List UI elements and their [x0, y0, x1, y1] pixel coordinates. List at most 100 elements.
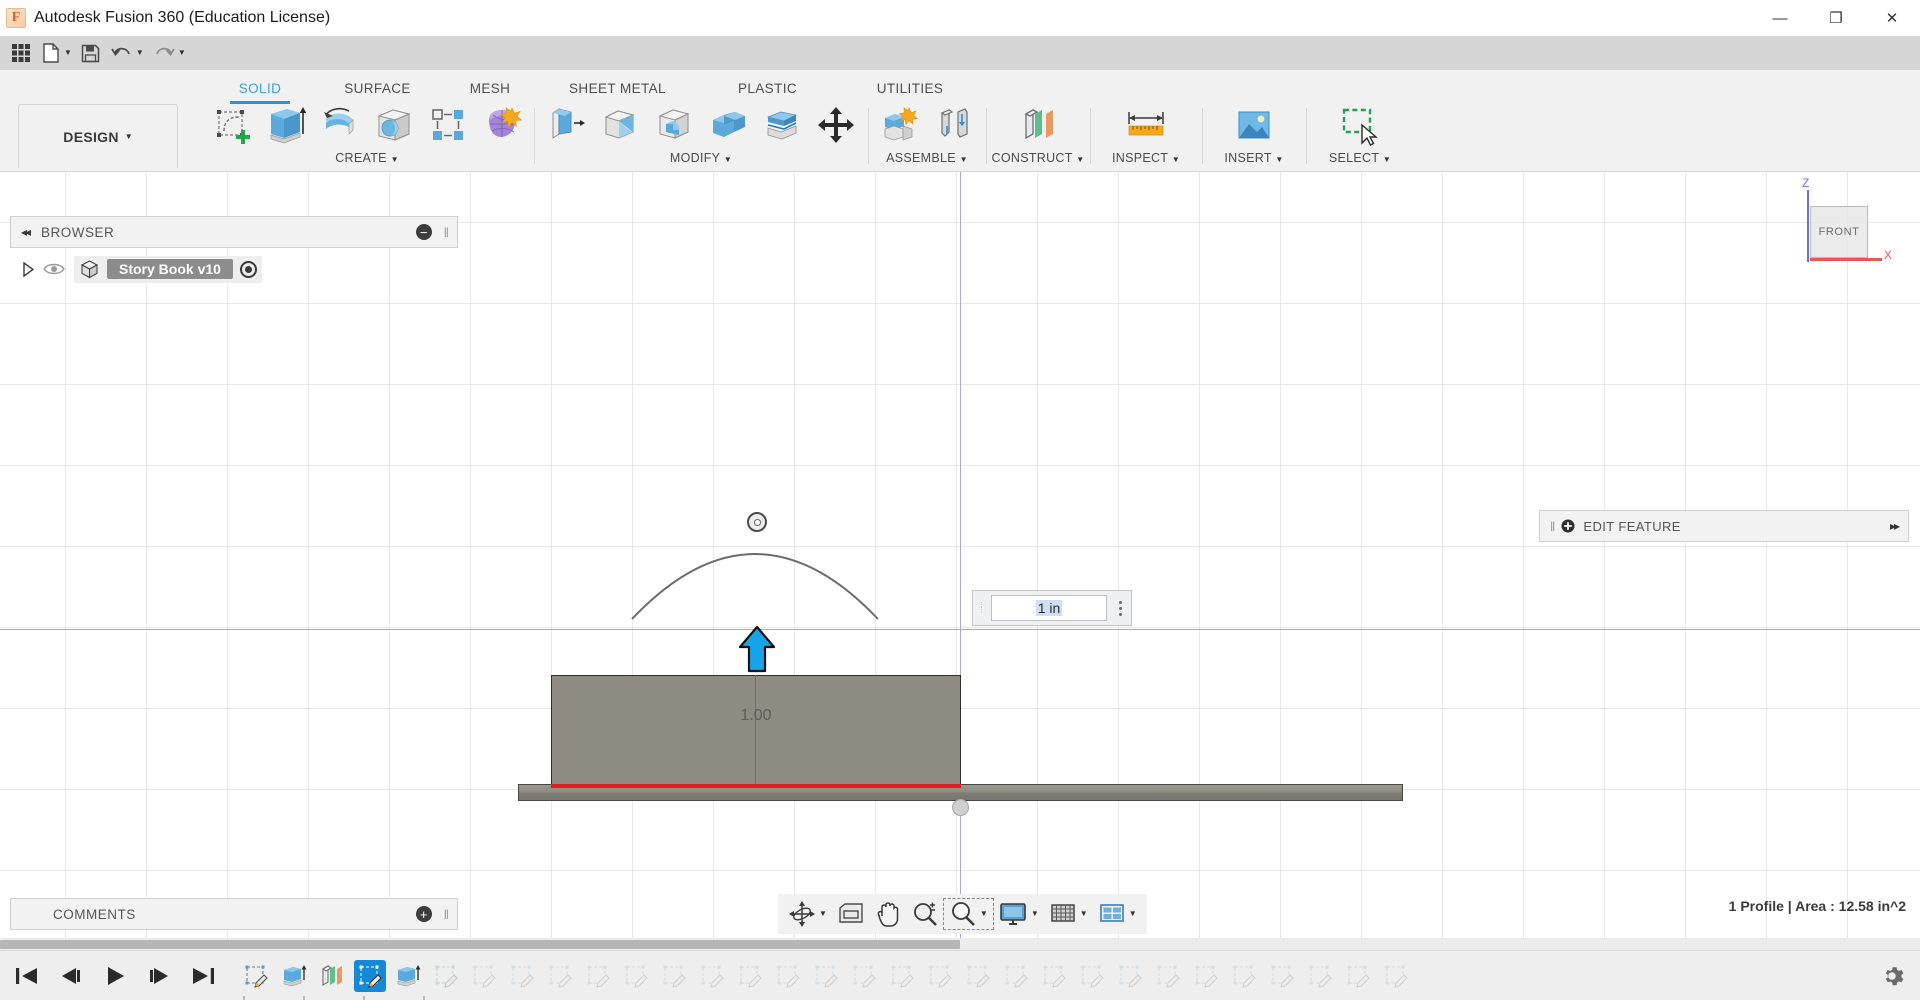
add-comment-icon[interactable]: + [415, 906, 432, 922]
timeline-feature-icon[interactable] [962, 960, 994, 992]
close-button[interactable]: ✕ [1864, 0, 1920, 36]
select-window-icon[interactable] [1334, 102, 1386, 148]
timeline-feature-icon[interactable] [1076, 960, 1108, 992]
revolve-icon[interactable] [314, 102, 366, 148]
tab-plastic[interactable]: PLASTIC [695, 78, 840, 101]
offset-plane-icon[interactable] [1012, 102, 1064, 148]
dimension-input-widget[interactable]: ⋮ ⋮ 1 in [972, 590, 1132, 626]
step-forward-icon[interactable] [146, 965, 172, 987]
timeline-extrude-icon[interactable] [278, 960, 310, 992]
save-icon[interactable] [76, 38, 106, 68]
view-cube[interactable]: Z FRONT X [1772, 176, 1892, 282]
chevron-down-icon[interactable]: ▼ [980, 910, 988, 918]
group-label-create[interactable]: CREATE ▼ [200, 150, 534, 165]
timeline-feature-icon[interactable] [1152, 960, 1184, 992]
chevron-down-icon[interactable]: ▼ [1076, 155, 1084, 164]
skip-to-start-icon[interactable] [14, 965, 40, 987]
panel-grip-icon[interactable]: ‖ [444, 907, 450, 922]
pan-icon[interactable] [871, 900, 905, 928]
extrude-preview-body[interactable] [551, 675, 961, 787]
sphere-icon[interactable] [368, 102, 420, 148]
tab-solid[interactable]: SOLID [205, 78, 315, 104]
timeline-feature-icon[interactable] [620, 960, 652, 992]
gear-icon[interactable] [1880, 964, 1904, 988]
tab-sheet-metal[interactable]: SHEET METAL [540, 78, 695, 101]
timeline-feature-icon[interactable] [810, 960, 842, 992]
timeline-sketch-icon[interactable] [430, 960, 462, 992]
zoom-window-icon[interactable]: ▼ [942, 898, 994, 930]
selected-profile-edge[interactable] [551, 784, 961, 788]
chevron-down-icon[interactable]: ▼ [136, 49, 144, 57]
collapse-icon[interactable]: ◂◂ [21, 225, 31, 239]
tab-surface[interactable]: SURFACE [315, 78, 440, 101]
workspace-switcher[interactable]: DESIGN ▼ [18, 104, 178, 168]
panel-grip-icon[interactable]: ‖ [444, 225, 450, 240]
timeline-feature-icon[interactable] [696, 960, 728, 992]
new-file-icon[interactable]: ▼ [36, 38, 76, 68]
app-grid-icon[interactable] [6, 38, 36, 68]
timeline-feature-icon[interactable] [658, 960, 690, 992]
chevron-down-icon[interactable]: ▼ [391, 155, 399, 164]
3d-canvas[interactable]: 1.00 ⋮ ⋮ 1 in Z FRONT X ‖ EDIT FEATURE ▸… [0, 172, 1920, 942]
drag-grip-icon[interactable]: ⋮ ⋮ [973, 591, 989, 625]
group-label-assemble[interactable]: ASSEMBLE ▼ [868, 150, 986, 165]
orbit-icon[interactable]: ▼ [784, 900, 831, 928]
timeline-feature-icon[interactable] [886, 960, 918, 992]
group-label-select[interactable]: SELECT ▼ [1306, 150, 1414, 165]
chevron-down-icon[interactable]: ▼ [724, 155, 732, 164]
chevron-down-icon[interactable]: ▼ [125, 132, 133, 141]
timeline-sketch-icon[interactable] [354, 959, 386, 992]
circle-handle-icon[interactable] [747, 512, 767, 532]
timeline-feature-icon[interactable] [1380, 960, 1412, 992]
timeline-sketch-icon[interactable] [240, 960, 272, 992]
chevron-down-icon[interactable]: ▼ [960, 155, 968, 164]
form-icon[interactable] [476, 102, 528, 148]
chevron-down-icon[interactable]: ▼ [1129, 910, 1137, 918]
timeline-extrude-icon[interactable] [392, 960, 424, 992]
eye-icon[interactable] [43, 261, 65, 277]
comments-panel-header[interactable]: COMMENTS + ‖ [10, 898, 458, 930]
move-copy-icon[interactable] [810, 102, 862, 148]
timeline-feature-icon[interactable] [1228, 960, 1260, 992]
chevron-down-icon[interactable]: ▼ [1031, 910, 1039, 918]
minimize-panel-icon[interactable]: − [415, 224, 432, 240]
chevron-down-icon[interactable]: ▼ [1275, 155, 1283, 164]
edit-feature-panel[interactable]: ‖ EDIT FEATURE ▸▸ [1539, 510, 1909, 542]
skip-to-end-icon[interactable] [190, 965, 216, 987]
view-cube-front-face[interactable]: FRONT [1810, 205, 1869, 259]
group-label-inspect[interactable]: INSPECT ▼ [1090, 150, 1202, 165]
browser-tree-row[interactable]: Story Book v10 [22, 255, 262, 283]
tab-mesh[interactable]: MESH [440, 78, 540, 101]
timeline-feature-icon[interactable] [924, 960, 956, 992]
chevron-down-icon[interactable]: ▼ [819, 910, 827, 918]
combine-icon[interactable] [702, 102, 754, 148]
horizontal-scrollbar[interactable] [0, 938, 1920, 950]
display-settings-icon[interactable]: ▼ [994, 901, 1043, 927]
chevron-down-icon[interactable]: ▼ [178, 49, 186, 57]
play-icon[interactable] [102, 965, 128, 987]
redo-icon[interactable]: ▼ [148, 38, 190, 68]
chevron-down-icon[interactable]: ▼ [1383, 155, 1391, 164]
triangle-right-icon[interactable] [22, 261, 34, 277]
timeline-feature-icon[interactable] [582, 960, 614, 992]
new-component-icon[interactable] [874, 102, 926, 148]
kebab-menu-icon[interactable] [1109, 591, 1131, 625]
create-sketch-icon[interactable] [206, 102, 258, 148]
step-back-icon[interactable] [58, 965, 84, 987]
browser-node[interactable]: Story Book v10 [74, 255, 262, 283]
group-label-construct[interactable]: CONSTRUCT ▼ [986, 150, 1090, 165]
pattern-icon[interactable] [422, 102, 474, 148]
scrollbar-thumb[interactable] [0, 940, 960, 949]
blue-up-arrow-icon[interactable] [737, 625, 777, 673]
timeline-feature-icon[interactable] [1114, 960, 1146, 992]
timeline-feature-icon[interactable] [1038, 960, 1070, 992]
timeline-feature-icon[interactable] [468, 960, 500, 992]
timeline-feature-icon[interactable] [1190, 960, 1222, 992]
timeline-plane-icon[interactable] [316, 960, 348, 992]
joint-icon[interactable] [928, 102, 980, 148]
expand-icon[interactable]: ▸▸ [1890, 519, 1900, 533]
timeline-feature-icon[interactable] [1342, 960, 1374, 992]
origin-point-icon[interactable] [952, 799, 969, 816]
group-label-modify[interactable]: MODIFY ▼ [534, 150, 868, 165]
plus-circle-icon[interactable] [1561, 519, 1575, 533]
